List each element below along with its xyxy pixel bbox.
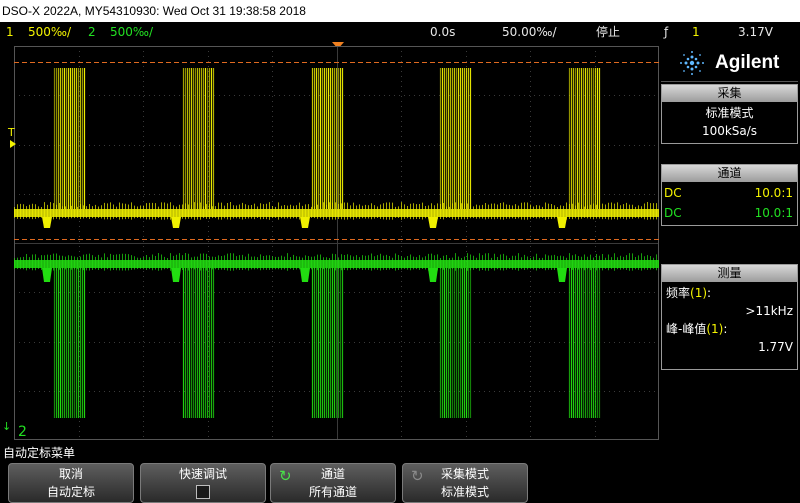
ch2-scale[interactable]: 500‰/ — [110, 22, 153, 42]
frequency-value: >11kHz — [745, 304, 793, 318]
ch2-dip — [300, 268, 310, 282]
channel-row-1: DC 10.0:1 — [662, 184, 797, 204]
acquire-header: 采集 — [662, 85, 797, 102]
trigger-source[interactable]: 1 — [692, 22, 700, 42]
channels-section: 通道 DC 10.0:1 DC 10.0:1 — [661, 164, 798, 226]
softkey-1-label: 取消 — [58, 467, 83, 481]
ch2-number[interactable]: 2 — [88, 22, 96, 42]
ch1-scale[interactable]: 500‰/ — [28, 22, 71, 42]
trigger-level[interactable]: 3.17V — [738, 22, 773, 42]
softkey-1-value: 自动定标 — [46, 485, 95, 499]
trigger-edge-icon: ƒ — [664, 25, 669, 39]
time-delay[interactable]: 0.0s — [430, 22, 455, 42]
acquire-mode: 标准模式 — [705, 106, 754, 120]
waveform-graticule — [14, 46, 659, 440]
ch2-reference-marker[interactable]: 2 — [18, 424, 27, 440]
time-scale[interactable]: 50.00‰/ — [502, 22, 557, 42]
brand-logo: Agilent — [661, 44, 798, 82]
ch1-probe: 10.0:1 — [754, 186, 793, 200]
ch1-dip — [557, 217, 567, 228]
softkey-4-value: 标准模式 — [440, 485, 489, 499]
channels-header: 通道 — [662, 165, 797, 182]
measure-header: 测量 — [662, 265, 797, 282]
quick-debug-button[interactable]: 快速调试 — [140, 463, 266, 503]
agilent-spark-icon — [680, 51, 704, 75]
ch1-dip — [428, 217, 438, 228]
ch2-dip — [557, 268, 567, 282]
status-bar: 1 500‰/ 2 500‰/ 0.0s 50.00‰/ 停止 ƒ 1 3.17… — [0, 22, 800, 42]
trigger-level-marker[interactable]: T — [8, 126, 15, 139]
softkey-3-value: 所有通道 — [308, 485, 357, 499]
channels-select-button[interactable]: ↻ 通道 所有通道 — [270, 463, 396, 503]
softkey-bar: 取消 自动定标 快速调试 ↻ 通道 所有通道 ↻ 采集模式 标准模式 — [0, 460, 800, 503]
measure-section: 测量 频率(1): >11kHz 峰-峰值(1): 1.77V — [661, 264, 798, 370]
cancel-autoscale-button[interactable]: 取消 自动定标 — [8, 463, 134, 503]
sample-rate: 100kSa/s — [701, 124, 758, 138]
peak-to-peak-label: 峰-峰值(1): — [666, 322, 728, 336]
ch2-dip — [428, 268, 438, 282]
brand-name: Agilent — [715, 52, 780, 73]
softkey-2-label: 快速调试 — [178, 467, 227, 481]
ch1-coupling: DC — [664, 186, 682, 200]
frequency-label: 频率(1): — [666, 286, 712, 300]
ch1-number[interactable]: 1 — [6, 22, 14, 42]
channel-row-2: DC 10.0:1 — [662, 204, 797, 224]
info-panel: Agilent 采集 标准模式 100kSa/s 通道 DC 10.0:1 DC… — [661, 44, 798, 441]
ground-reference-icon: ↓ — [2, 420, 12, 433]
menu-title: 自动定标菜单 — [3, 446, 76, 460]
acquire-mode-button[interactable]: ↻ 采集模式 标准模式 — [402, 463, 528, 503]
peak-to-peak-value: 1.77V — [758, 340, 793, 354]
ch2-coupling: DC — [664, 206, 682, 220]
quick-debug-checkbox[interactable] — [196, 485, 210, 499]
run-state: 停止 — [596, 25, 621, 39]
window-title: DSO-X 2022A, MY54310930: Wed Oct 31 19:3… — [0, 0, 800, 22]
ch2-probe: 10.0:1 — [754, 206, 793, 220]
trigger-arrow-icon — [10, 140, 16, 148]
rotate-knob-icon: ↻ — [279, 467, 292, 485]
waveform-display[interactable] — [14, 46, 659, 440]
rotate-knob-icon: ↻ — [411, 467, 424, 485]
acquire-section: 采集 标准模式 100kSa/s — [661, 84, 798, 144]
